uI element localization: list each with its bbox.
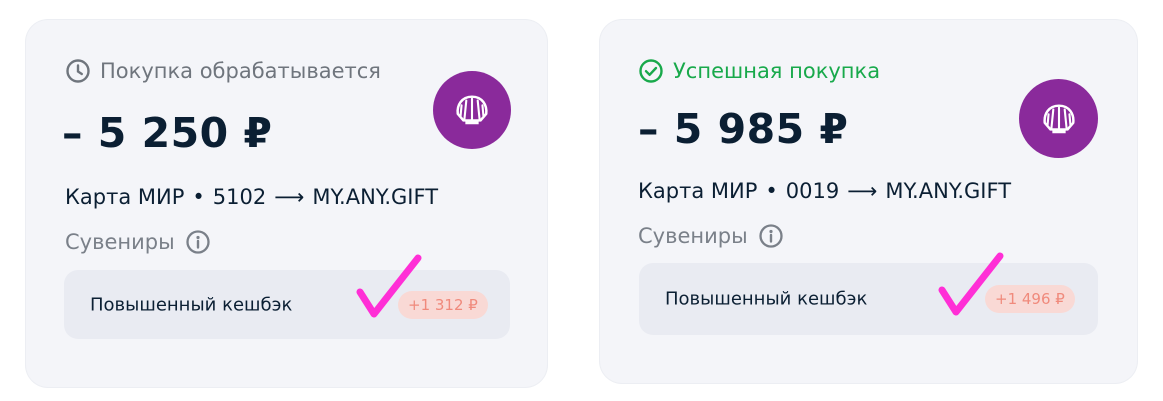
category-text: Сувениры: [638, 224, 748, 248]
separator-dot: •: [765, 179, 778, 203]
shell-icon: [456, 95, 488, 125]
transaction-status: Успешная покупка: [638, 58, 880, 84]
clock-icon: [65, 58, 91, 84]
info-icon[interactable]: [185, 229, 211, 255]
transaction-card-success[interactable]: Успешная покупка – 5 985 ₽ Карта МИР • 0…: [600, 20, 1137, 383]
shell-icon: [1042, 103, 1075, 133]
arrow-icon: ⟶: [847, 179, 878, 203]
transaction-card-pending[interactable]: Покупка обрабатывается – 5 250 ₽ Карта М…: [26, 20, 547, 387]
transaction-status: Покупка обрабатывается: [65, 58, 381, 84]
separator-dot: •: [192, 185, 205, 209]
card-last4: 5102: [212, 185, 267, 209]
card-name: Карта МИР: [638, 179, 758, 203]
merchant-name: MY.ANY.GIFT: [885, 179, 1012, 203]
cashback-label: Повышенный кешбэк: [90, 294, 293, 315]
cashback-row[interactable]: Повышенный кешбэк +1 312 ₽: [64, 270, 510, 339]
payment-route: Карта МИР • 5102 ⟶ MY.ANY.GIFT: [65, 185, 438, 209]
card-last4: 0019: [785, 179, 840, 203]
info-icon[interactable]: [758, 223, 784, 249]
cashback-badge: +1 312 ₽: [398, 290, 488, 319]
category-text: Сувениры: [65, 230, 175, 254]
transaction-amount: – 5 985 ₽: [638, 105, 849, 153]
arrow-icon: ⟶: [274, 185, 305, 209]
card-name: Карта МИР: [65, 185, 185, 209]
payment-route: Карта МИР • 0019 ⟶ MY.ANY.GIFT: [638, 179, 1011, 203]
merchant-logo: [433, 71, 511, 149]
transaction-category: Сувениры: [65, 229, 211, 255]
check-circle-icon: [638, 58, 664, 84]
status-text: Покупка обрабатывается: [100, 59, 381, 83]
merchant-logo: [1019, 79, 1098, 158]
cashback-badge: +1 496 ₽: [985, 285, 1075, 313]
merchant-name: MY.ANY.GIFT: [312, 185, 439, 209]
cashback-row[interactable]: Повышенный кешбэк +1 496 ₽: [639, 263, 1098, 335]
cashback-label: Повышенный кешбэк: [665, 288, 868, 310]
transaction-category: Сувениры: [638, 223, 784, 249]
transaction-amount: – 5 250 ₽: [62, 109, 273, 157]
status-text: Успешная покупка: [673, 59, 881, 83]
